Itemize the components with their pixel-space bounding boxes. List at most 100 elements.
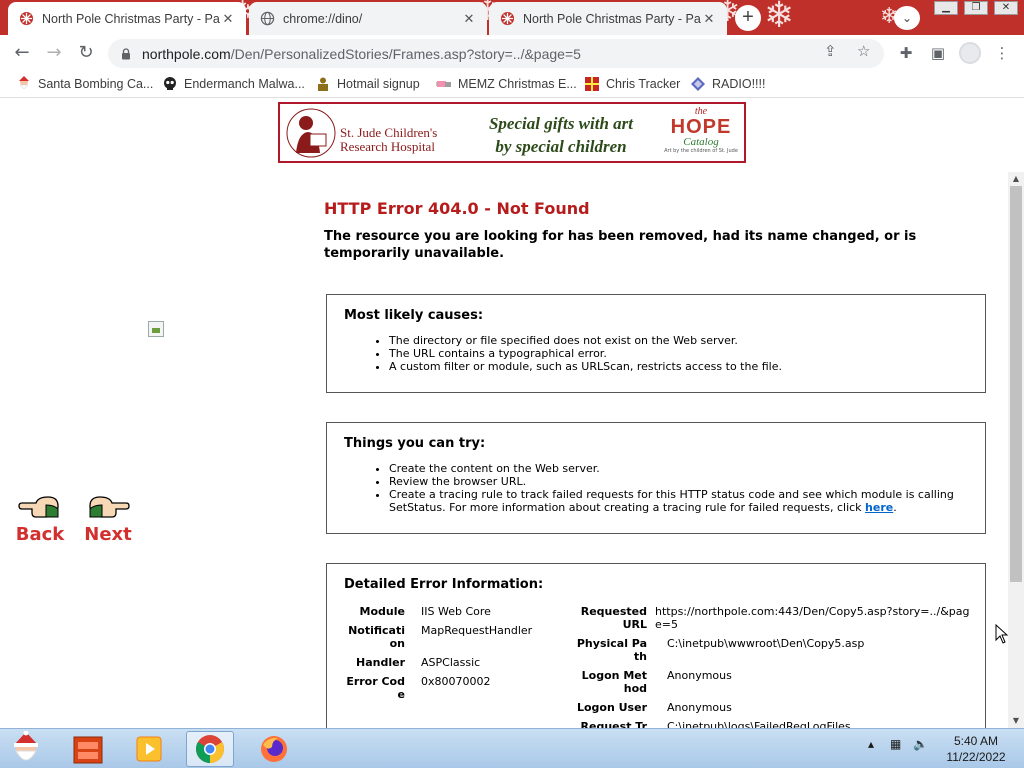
new-tab-button[interactable]: +	[735, 5, 761, 31]
detail-value: 0x80070002	[421, 675, 491, 688]
st-jude-banner-ad[interactable]: St. Jude Children's Research Hospital Sp…	[278, 102, 746, 163]
reload-icon[interactable]: ↻	[74, 41, 98, 65]
try-heading: Things you can try:	[344, 436, 486, 451]
restore-icon[interactable]: ❐	[964, 1, 988, 15]
detail-value: Anonymous	[667, 701, 732, 714]
page-content: St. Jude Children's Research Hospital Sp…	[0, 99, 1024, 728]
scroll-up-arrow-icon[interactable]: ▲	[1008, 172, 1024, 186]
chrome-icon[interactable]	[186, 731, 234, 767]
tray-up-arrow-icon[interactable]: ▴	[868, 737, 874, 751]
extensions-puzzle-icon[interactable]: ✚	[894, 41, 918, 65]
detailed-error-box: Detailed Error Information: Module IIS W…	[326, 563, 986, 728]
profile-avatar[interactable]	[959, 42, 981, 64]
list-item: Create the content on the Web server.	[389, 462, 969, 475]
next-button[interactable]: Next	[78, 491, 138, 545]
star-bookmark-icon[interactable]: ☆	[857, 42, 870, 60]
taskbar-clock[interactable]: 5:40 AM 11/22/2022	[936, 733, 1016, 765]
network-icon[interactable]: ▦	[890, 737, 901, 751]
close-tab-icon[interactable]: ✕	[461, 11, 477, 27]
tagline-line1: Special gifts with art	[488, 114, 634, 133]
santa-start-icon[interactable]	[2, 731, 50, 767]
tab-north-pole-1[interactable]: North Pole Christmas Party - Pag ✕	[8, 2, 246, 35]
hope-word: HOPE	[670, 116, 732, 138]
volume-icon[interactable]: 🔈	[913, 737, 928, 751]
bookmark-label: Endermanch Malwa...	[184, 77, 305, 91]
detail-key: Physical Path	[576, 637, 647, 663]
side-panel-icon[interactable]: ▣	[926, 41, 950, 65]
detail-value: IIS Web Core	[421, 605, 491, 618]
globe-favicon-icon	[259, 11, 275, 27]
tab-north-pole-2[interactable]: North Pole Christmas Party - Pag ✕	[489, 2, 727, 35]
detail-value: https://northpole.com:443/Den/Copy5.asp?…	[655, 605, 970, 631]
causes-list: The directory or file specified does not…	[389, 334, 969, 373]
gift-icon	[584, 76, 600, 92]
close-window-icon[interactable]: ✕	[994, 1, 1018, 15]
tab-title: North Pole Christmas Party - Pag	[523, 11, 701, 26]
windows-taskbar: ▴ ▦ 🔈 5:40 AM 11/22/2022	[0, 728, 1024, 768]
detail-key: Request Tr	[580, 720, 647, 728]
list-item: The URL contains a typographical error.	[389, 347, 969, 360]
hope-catalog-logo: the HOPE Catalog Art by the children of …	[662, 106, 740, 160]
bookmark-radio[interactable]: RADIO!!!!	[690, 76, 765, 92]
org-name-line2: Research Hospital	[340, 139, 435, 154]
close-tab-icon[interactable]: ✕	[701, 11, 717, 27]
pointing-hand-right-icon	[89, 496, 130, 518]
bookmark-hotmail[interactable]: Hotmail signup	[315, 76, 420, 92]
list-item: A custom filter or module, such as URLSc…	[389, 360, 969, 373]
firefox-icon[interactable]	[250, 731, 298, 767]
here-link[interactable]: here	[865, 501, 893, 514]
likely-causes-box: Most likely causes: The directory or fil…	[326, 294, 986, 393]
detail-value: Anonymous	[667, 669, 732, 682]
detail-heading: Detailed Error Information:	[344, 577, 544, 592]
vertical-scrollbar[interactable]: ▲ ▼	[1008, 172, 1024, 728]
hope-catalog: Catalog	[683, 136, 719, 148]
scrollbar-thumb[interactable]	[1010, 186, 1022, 582]
bookmark-label: MEMZ Christmas E...	[458, 77, 577, 91]
menu-kebab-icon[interactable]: ⋮	[990, 41, 1014, 65]
url-host: northpole.com	[142, 45, 231, 62]
bookmark-memz[interactable]: MEMZ Christmas E...	[436, 76, 577, 92]
tab-dino[interactable]: chrome://dino/ ✕	[249, 2, 487, 35]
pointing-hand-left-icon	[18, 496, 59, 518]
window-controls: ▁ ❐ ✕	[934, 1, 1018, 15]
scroll-down-arrow-icon[interactable]: ▼	[1008, 714, 1024, 728]
tab-title: North Pole Christmas Party - Pag	[42, 11, 220, 26]
santa-icon	[16, 76, 32, 92]
diamond-icon	[690, 76, 706, 92]
clock-time: 5:40 AM	[953, 734, 999, 748]
media-player-icon[interactable]	[125, 731, 173, 767]
detail-value: ASPClassic	[421, 656, 481, 669]
browser-toolbar: ← → ↻ northpole.com/Den/PersonalizedStor…	[0, 35, 1024, 71]
bookmark-santa[interactable]: Santa Bombing Ca...	[16, 76, 153, 92]
file-cabinet-icon[interactable]	[64, 731, 112, 767]
back-arrow-icon[interactable]: ←	[10, 41, 34, 65]
st-jude-name: St. Jude Children's Research Hospital	[340, 126, 437, 154]
try-list: Create the content on the Web server. Re…	[389, 462, 969, 514]
tab-title: chrome://dino/	[283, 11, 363, 26]
detail-value: MapRequestHandler	[421, 624, 533, 637]
minimize-icon[interactable]: ▁	[934, 1, 958, 15]
things-to-try-box: Things you can try: Create the content o…	[326, 422, 986, 534]
detail-key: Error Code	[346, 675, 405, 701]
back-button[interactable]: Back	[10, 491, 70, 545]
st-jude-logo-icon	[286, 108, 336, 158]
snowflake-decoration: ❄	[764, 0, 795, 35]
bookmark-label: RADIO!!!!	[712, 77, 766, 91]
clock-date: 11/22/2022	[946, 750, 1006, 764]
next-label: Next	[84, 524, 132, 545]
bookmark-endermanch[interactable]: Endermanch Malwa...	[162, 76, 305, 92]
close-tab-icon[interactable]: ✕	[220, 11, 236, 27]
share-icon[interactable]: ⇪	[824, 42, 837, 60]
bookmark-chris-tracker[interactable]: Chris Tracker	[584, 76, 680, 92]
address-bar[interactable]: northpole.com/Den/PersonalizedStories/Fr…	[108, 39, 884, 68]
detail-key: Logon User	[576, 701, 647, 714]
tab-search-chevron-icon[interactable]: ⌄	[894, 6, 920, 30]
broken-image-icon	[148, 321, 164, 337]
error-description: The resource you are looking for has bee…	[324, 229, 917, 261]
bookmark-label: Hotmail signup	[337, 77, 420, 91]
detail-key: Logon Method	[581, 669, 647, 695]
snowflake-favicon-icon	[18, 11, 34, 27]
trace-end: .	[893, 501, 897, 514]
forward-arrow-icon[interactable]: →	[42, 41, 66, 65]
detail-key: Notification	[348, 624, 405, 650]
